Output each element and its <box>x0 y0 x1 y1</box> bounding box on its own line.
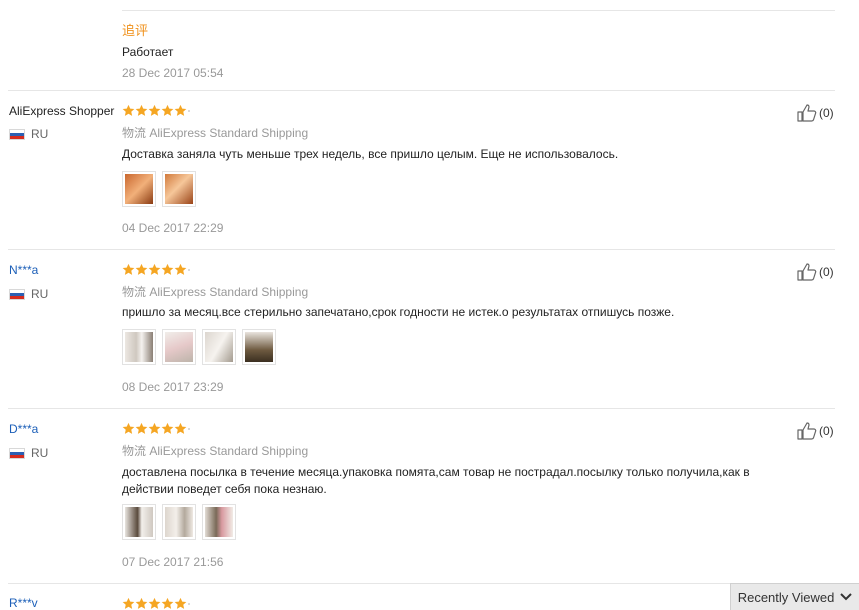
divider <box>8 583 730 584</box>
star-icon <box>148 104 161 116</box>
star-icon <box>174 422 187 434</box>
followup-text: Работает <box>122 45 174 59</box>
rating-dot <box>188 268 190 271</box>
review-photo-thumbnail[interactable] <box>162 171 196 207</box>
review-photos <box>122 171 196 207</box>
rating-dot <box>188 602 190 605</box>
review-photo-thumbnail[interactable] <box>202 504 236 540</box>
review-photos <box>122 329 276 365</box>
review-photo-thumbnail[interactable] <box>162 329 196 365</box>
star-icon <box>174 597 187 609</box>
star-icon <box>122 263 135 275</box>
star-icon <box>161 263 174 275</box>
star-rating <box>122 597 190 610</box>
star-rating <box>122 104 190 117</box>
russia-flag-icon <box>9 447 25 459</box>
star-icon <box>161 104 174 116</box>
star-icon <box>148 263 161 275</box>
review-date: 07 Dec 2017 21:56 <box>122 555 224 569</box>
reviewer-country: RU <box>9 446 48 460</box>
star-icon <box>135 104 148 116</box>
thumbs-up-icon <box>797 263 817 281</box>
shipping-info: 物流 AliExpress Standard Shipping <box>122 442 308 459</box>
star-rating <box>122 263 190 276</box>
star-icon <box>122 104 135 116</box>
star-icon <box>135 263 148 275</box>
helpful-count: (0) <box>819 424 834 438</box>
shipping-info: 物流 AliExpress Standard Shipping <box>122 283 308 300</box>
thumbs-up-icon <box>797 422 817 440</box>
review-photo-thumbnail[interactable] <box>122 329 156 365</box>
review-text: доставлена посылка в течение месяца.упак… <box>122 465 750 496</box>
shipping-method: AliExpress Standard Shipping <box>149 444 309 458</box>
star-icon <box>135 597 148 609</box>
shipping-label: 物流 <box>122 285 147 299</box>
review-photo-thumbnail[interactable] <box>242 329 276 365</box>
recently-viewed-label: Recently Viewed <box>737 589 835 605</box>
review-date: 08 Dec 2017 23:29 <box>122 380 224 394</box>
recently-viewed-tab[interactable]: Recently Viewed <box>730 583 859 610</box>
review-photos <box>122 504 236 540</box>
shipping-method: AliExpress Standard Shipping <box>149 285 309 299</box>
divider <box>8 90 835 91</box>
russia-flag-icon <box>9 288 25 300</box>
star-icon <box>161 422 174 434</box>
reviewer-name[interactable]: N***a <box>9 263 38 277</box>
reviewer-name[interactable]: D***a <box>9 422 38 436</box>
shipping-method: AliExpress Standard Shipping <box>149 126 309 140</box>
country-code: RU <box>31 287 49 301</box>
star-icon <box>148 422 161 434</box>
russia-flag-icon <box>9 128 25 140</box>
thumbs-up-icon <box>797 104 817 122</box>
review-photo-thumbnail[interactable] <box>122 504 156 540</box>
star-icon <box>174 104 187 116</box>
divider <box>122 10 835 11</box>
reviewer-country: RU <box>9 287 48 301</box>
star-icon <box>122 597 135 609</box>
divider <box>8 408 835 409</box>
helpful-button[interactable]: (0) <box>797 422 834 440</box>
rating-dot <box>188 427 190 430</box>
star-icon <box>135 422 148 434</box>
shipping-label: 物流 <box>122 444 147 458</box>
helpful-count: (0) <box>819 265 834 279</box>
rating-dot <box>188 109 190 112</box>
followup-date: 28 Dec 2017 05:54 <box>122 66 224 80</box>
followup-title: 追评 <box>122 23 149 38</box>
star-icon <box>174 263 187 275</box>
helpful-count: (0) <box>819 106 834 120</box>
review-photo-thumbnail[interactable] <box>162 504 196 540</box>
helpful-button[interactable]: (0) <box>797 104 834 122</box>
star-rating <box>122 422 190 435</box>
review-photo-thumbnail[interactable] <box>202 329 236 365</box>
review-photo-thumbnail[interactable] <box>122 171 156 207</box>
divider <box>8 249 835 250</box>
review-date: 04 Dec 2017 22:29 <box>122 221 224 235</box>
country-code: RU <box>31 446 49 460</box>
reviewer-name[interactable]: R***v <box>9 596 38 610</box>
star-icon <box>148 597 161 609</box>
shipping-label: 物流 <box>122 126 147 140</box>
review-text: Доставка заняла чуть меньше трех недель,… <box>122 147 619 161</box>
reviewer-name: AliExpress Shopper <box>9 104 115 118</box>
chevron-down-icon <box>840 593 853 601</box>
star-icon <box>122 422 135 434</box>
helpful-button[interactable]: (0) <box>797 263 834 281</box>
star-icon <box>161 597 174 609</box>
shipping-info: 物流 AliExpress Standard Shipping <box>122 124 308 141</box>
reviewer-country: RU <box>9 127 48 141</box>
review-text: пришло за месяц.все стерильно запечатано… <box>122 305 675 319</box>
country-code: RU <box>31 127 49 141</box>
